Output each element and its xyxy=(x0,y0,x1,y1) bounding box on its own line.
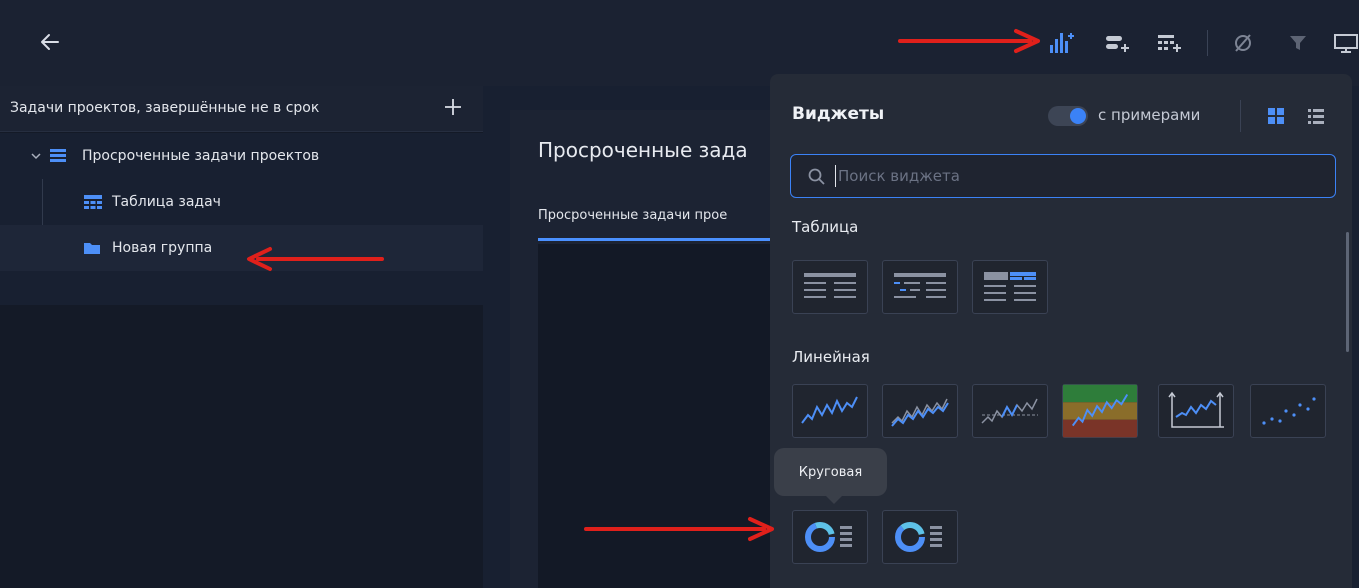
filter-button[interactable] xyxy=(1283,28,1313,58)
presentation-button[interactable] xyxy=(1330,28,1359,58)
widget-line-scatter[interactable] xyxy=(1250,384,1326,438)
search-icon xyxy=(808,168,825,185)
widget-table-pivot[interactable] xyxy=(972,260,1048,314)
scatter-chart-icon xyxy=(1262,397,1316,425)
examples-toggle[interactable] xyxy=(1048,106,1088,126)
section-title-table: Таблица xyxy=(792,218,859,236)
toggle-add-icon xyxy=(1106,36,1129,52)
tree-body: Просроченные задачи проектов Таблица зад… xyxy=(0,133,483,305)
annotation-arrow-toolbar xyxy=(898,29,1040,53)
widget-table-basic[interactable] xyxy=(792,260,868,314)
add-filter-widget-button[interactable] xyxy=(1102,28,1132,58)
tree-header: Задачи проектов, завершённые не в срок xyxy=(0,86,483,132)
funnel-icon xyxy=(1290,36,1306,50)
add-item-button[interactable] xyxy=(440,94,466,120)
tree-panel: Задачи проектов, завершённые не в срок П… xyxy=(0,86,483,588)
threshold-line-chart-icon xyxy=(981,398,1038,424)
list-icon xyxy=(1308,109,1324,124)
hide-button[interactable] xyxy=(1228,28,1258,58)
grid-view-button[interactable] xyxy=(1264,104,1288,128)
widget-table-tree[interactable] xyxy=(882,260,958,314)
toggle-knob xyxy=(1070,108,1086,124)
widgets-panel: Виджеты с примерами Таблица xyxy=(770,74,1352,588)
monitor-icon xyxy=(1334,34,1358,53)
widget-search[interactable] xyxy=(790,154,1336,198)
banded-line-chart-icon xyxy=(1063,384,1137,438)
tree-item-label: Просроченные задачи проектов xyxy=(82,148,320,164)
tree-table-widget-icon xyxy=(894,273,946,298)
plus-icon xyxy=(445,99,461,115)
arrow-left-icon xyxy=(41,34,59,50)
section-title-line: Линейная xyxy=(792,348,870,366)
tree-item-group[interactable]: Новая группа xyxy=(0,225,483,271)
table-add-icon xyxy=(1158,35,1181,52)
pivot-table-widget-icon xyxy=(984,272,1036,301)
dashboard-icon xyxy=(50,149,66,162)
table-widget-icon xyxy=(804,273,856,298)
panel-divider xyxy=(1240,100,1241,132)
donut-chart-icon xyxy=(895,522,942,552)
add-table-widget-button[interactable] xyxy=(1154,28,1184,58)
widgets-panel-title: Виджеты xyxy=(792,104,885,124)
tree-item-label: Таблица задач xyxy=(112,194,221,210)
tree-item-label: Новая группа xyxy=(112,240,213,256)
line-chart-icon xyxy=(801,396,858,424)
donut-chart-icon xyxy=(805,522,852,552)
tab-active-indicator xyxy=(538,238,778,241)
toolbar-divider xyxy=(1207,30,1208,56)
widget-pie-donut[interactable] xyxy=(792,510,868,564)
table-icon xyxy=(84,194,102,209)
panel-scrollbar[interactable] xyxy=(1346,232,1349,352)
dashboard-title: Просроченные зада xyxy=(538,138,748,162)
widget-search-input[interactable] xyxy=(835,165,1315,187)
widget-line-basic[interactable] xyxy=(792,384,868,438)
tooltip-arrow xyxy=(824,494,844,504)
empty-set-icon xyxy=(1235,34,1251,52)
dashboard-name: Задачи проектов, завершённые не в срок xyxy=(10,100,320,116)
tree-item-dashboard[interactable]: Просроченные задачи проектов xyxy=(0,133,483,179)
list-view-button[interactable] xyxy=(1304,104,1328,128)
widget-line-threshold[interactable] xyxy=(972,384,1048,438)
chevron-down-icon[interactable] xyxy=(30,150,42,162)
grid-icon xyxy=(1268,108,1284,124)
annotation-arrow-group xyxy=(247,247,384,271)
dashboard-tab[interactable]: Просроченные задачи прое xyxy=(538,208,727,223)
bar-chart-add-icon xyxy=(1050,33,1074,53)
tree-item-table[interactable]: Таблица задач xyxy=(0,179,483,225)
add-chart-widget-button[interactable] xyxy=(1047,28,1077,58)
widget-pie-donut-alt[interactable] xyxy=(882,510,958,564)
back-button[interactable] xyxy=(30,22,70,62)
annotation-arrow-pie xyxy=(584,517,774,541)
widget-line-axes[interactable] xyxy=(1158,384,1234,438)
widget-line-bands[interactable] xyxy=(1062,384,1138,438)
multi-line-chart-icon xyxy=(891,398,949,427)
folder-icon xyxy=(84,243,100,254)
widget-tooltip: Круговая xyxy=(774,448,887,496)
widget-line-multi[interactable] xyxy=(882,384,958,438)
axes-line-chart-icon xyxy=(1168,391,1224,428)
examples-toggle-label: с примерами xyxy=(1098,106,1201,124)
